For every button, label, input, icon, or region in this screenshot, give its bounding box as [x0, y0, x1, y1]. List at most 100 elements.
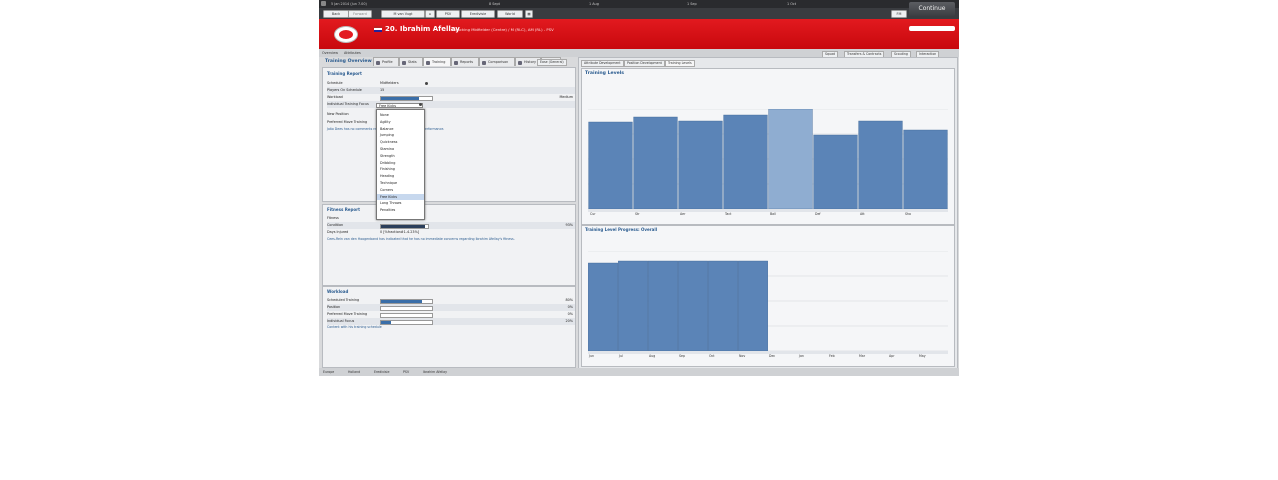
tab-reports[interactable]: Reports — [451, 57, 479, 66]
focus-option[interactable]: Quickness — [377, 139, 424, 146]
focus-option[interactable]: Penalties — [377, 207, 424, 214]
focus-option[interactable]: None — [377, 112, 424, 119]
x-tick-label: Feb — [829, 354, 835, 358]
x-tick-label: Sep — [679, 354, 685, 358]
forward-button[interactable]: Forward — [348, 9, 372, 18]
tab-training[interactable]: Training — [423, 57, 451, 66]
world-button[interactable]: World — [497, 9, 523, 18]
x-tick-label: Aug — [649, 354, 655, 358]
training-progress-chart-panel: Training Level Progress: Overall Jun Jul A… — [581, 225, 955, 367]
chart-bar — [708, 260, 738, 352]
training-levels-title: Training Levels — [585, 71, 625, 76]
focus-option[interactable]: Balance — [377, 126, 424, 133]
workload-preferred-row: Preferred Move Training 0% — [327, 312, 573, 318]
tab-comparison[interactable]: Comparison — [479, 57, 515, 66]
x-tick-label: Jan — [798, 354, 804, 358]
focus-option[interactable]: Agility — [377, 119, 424, 126]
training-progress-chart: Jun Jul Aug Sep Oct Nov Dec Jan Feb Mar Apr May — [588, 251, 948, 358]
tab-stats[interactable]: Stats — [399, 57, 423, 66]
fm-menu-button[interactable]: FM — [891, 9, 907, 18]
navigation-bar: Back Forward M van Vugt ⌂ PSV Eredivisie… — [319, 8, 959, 19]
focus-option[interactable]: Technique — [377, 180, 424, 187]
breadcrumb-league[interactable]: Eredivisie — [374, 370, 389, 374]
player-banner: 20. Ibrahim Afellay Attacking Midfielder… — [319, 19, 959, 66]
focus-option[interactable]: Strength — [377, 153, 424, 160]
flag-icon — [374, 26, 382, 32]
workload-scheduled-row: Scheduled Training 80% — [327, 298, 573, 304]
x-tick-label: Tact — [724, 212, 732, 216]
x-axis — [588, 351, 948, 354]
x-tick-label: Def — [815, 212, 821, 216]
home-icon[interactable]: ⌂ — [425, 9, 435, 18]
subnav-attributes[interactable]: Attributes — [344, 51, 361, 55]
continue-button[interactable]: Continue — [909, 2, 955, 16]
x-tick-label: Nov — [739, 354, 745, 358]
training-report-title: Training Report — [327, 71, 362, 76]
club-button[interactable]: PSV — [436, 9, 460, 18]
focus-option[interactable]: Free Kicks — [377, 193, 424, 201]
individual-focus-select[interactable]: Free Kicks — [376, 102, 423, 108]
individual-focus-row: Individual Training Focus — [327, 101, 575, 108]
workload-individual-row: Individual Focus 20% — [327, 318, 575, 325]
x-tick-label: Apr — [889, 354, 895, 358]
chart-bar — [768, 109, 813, 210]
date-label: 5 Jan 2014 (Jun 7.00) — [331, 2, 367, 6]
focus-option[interactable]: Stamina — [377, 146, 424, 153]
focus-option[interactable]: Jumping — [377, 132, 424, 139]
training-overview-title: Training Overview — [325, 59, 372, 64]
search-input[interactable] — [909, 26, 955, 31]
workload-panel: Workload Scheduled Training 80% Position 0… — [322, 286, 576, 368]
game-window: 5 Jan 2014 (Jun 7.00) 8 Sept 1 Aug 1 Sep… — [319, 0, 959, 376]
days-injured-row: Days Injured 0 [%fraction#1-4.23%] — [327, 230, 420, 234]
chart-bar — [618, 260, 648, 352]
club-slot[interactable]: 8 Sept — [489, 2, 500, 6]
calendar-icon[interactable]: ▦ — [525, 9, 533, 18]
fitness-report-panel: Fitness Report Fitness Condition 93% Days… — [322, 204, 576, 286]
tab-training-levels[interactable]: Training Levels — [665, 60, 695, 67]
focus-option[interactable]: Heading — [377, 173, 424, 180]
breadcrumb-player[interactable]: Ibrahim Afellay — [423, 370, 447, 374]
subnav-overview[interactable]: Overview — [322, 51, 338, 55]
league-button[interactable]: Eredivisie — [461, 9, 495, 18]
x-tick-label: May — [919, 354, 926, 358]
focus-option[interactable]: Long Throws — [377, 200, 424, 207]
chart-bar — [858, 120, 903, 210]
tab-position-development[interactable]: Position Development — [624, 60, 665, 67]
menu-icon[interactable] — [321, 1, 326, 6]
tab-attribute-development[interactable]: Attribute Development — [581, 60, 624, 67]
overview-dropdown[interactable]: Ease (General) — [537, 59, 567, 66]
info-icon[interactable] — [425, 82, 428, 85]
manager-button[interactable]: M van Vugt — [381, 9, 425, 18]
fitness-row: Fitness — [327, 216, 339, 220]
player-title: 20. Ibrahim Afellay — [385, 25, 460, 33]
breadcrumb-holland[interactable]: Holland — [348, 370, 360, 374]
x-axis — [588, 209, 948, 212]
training-levels-chart-panel: Training Levels Cur Str Aer Tact Ball Def Att S… — [581, 68, 955, 225]
x-tick-label: Mar — [859, 354, 866, 358]
time-slot-1[interactable]: 1 Aug — [589, 2, 599, 6]
training-report-panel: Training Report Schedule Midfielders Play… — [322, 67, 576, 202]
chart-bar — [678, 260, 708, 352]
breadcrumb-europe[interactable]: Europe — [323, 370, 334, 374]
schedule-value[interactable]: Midfielders — [380, 80, 399, 87]
players-on-schedule-row: Players On Schedule 15 — [327, 87, 575, 94]
training-progress-title: Training Level Progress: Overall — [585, 227, 658, 232]
top-status-bar: 5 Jan 2014 (Jun 7.00) 8 Sept 1 Aug 1 Sep… — [319, 0, 959, 8]
physio-comment: Cees-Rein van den Hoogenband has indicat… — [327, 237, 515, 241]
time-slot-2[interactable]: 1 Sep — [687, 2, 697, 6]
focus-option[interactable]: Finishing — [377, 166, 424, 173]
breadcrumb-club[interactable]: PSV — [403, 370, 409, 374]
focus-option[interactable]: Dribbling — [377, 160, 424, 167]
workload-comment: Content with his training schedule — [327, 325, 382, 329]
tab-profile[interactable]: Profile — [373, 57, 399, 66]
focus-option[interactable]: Corners — [377, 187, 424, 194]
chart-bar — [678, 120, 723, 210]
workload-title: Workload — [327, 289, 349, 294]
time-slot-3[interactable]: 1 Oct — [787, 2, 796, 6]
x-tick-label: Att — [860, 212, 865, 216]
chevron-down-icon[interactable] — [419, 103, 422, 106]
back-button[interactable]: Back — [323, 9, 349, 18]
chart-bar — [588, 121, 633, 210]
x-tick-label: Sho — [905, 212, 911, 216]
new-position-row: New Position — [327, 112, 349, 116]
